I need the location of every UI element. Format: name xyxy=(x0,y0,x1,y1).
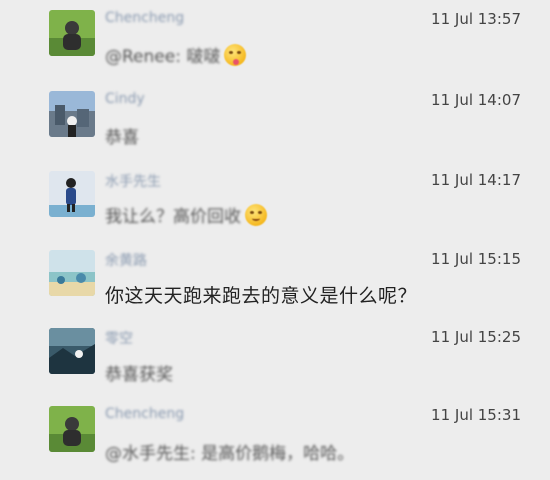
list-item[interactable]: Cindy 11 Jul 14:07 恭喜 xyxy=(0,80,550,160)
sender-name: Chencheng xyxy=(105,406,185,422)
message-timestamp: 11 Jul 15:15 xyxy=(431,250,521,268)
message-text[interactable]: 我让么？高价回收 xyxy=(105,202,267,227)
sender-name: 零空 xyxy=(105,331,133,347)
message-timestamp: 11 Jul 14:07 xyxy=(431,91,521,109)
message-timestamp: 11 Jul 13:57 xyxy=(431,10,521,28)
list-item[interactable]: Chencheng 11 Jul 15:31 @水手先生: 是高价鹅梅，哈哈。 xyxy=(0,400,550,480)
avatar[interactable] xyxy=(49,171,95,217)
sender-name: 水手先生 xyxy=(105,174,161,190)
message-timestamp: 11 Jul 15:25 xyxy=(431,328,521,346)
avatar[interactable] xyxy=(49,91,95,137)
list-item[interactable]: 零空 11 Jul 15:25 恭喜获奖 xyxy=(0,320,550,400)
list-item[interactable]: Chencheng 11 Jul 13:57 @Renee: 啵啵 xyxy=(0,0,550,80)
avatar[interactable] xyxy=(49,328,95,374)
message-text[interactable]: @水手先生: 是高价鹅梅，哈哈。 xyxy=(105,439,354,464)
list-item[interactable]: 水手先生 11 Jul 14:17 我让么？高价回收 xyxy=(0,160,550,240)
message-text[interactable]: 恭喜获奖 xyxy=(105,360,173,385)
avatar[interactable] xyxy=(49,10,95,56)
sender-name: Cindy xyxy=(105,91,145,107)
list-item[interactable]: 余黄路 11 Jul 15:15 你这天天跑来跑去的意义是什么呢？ xyxy=(0,240,550,320)
avatar[interactable] xyxy=(49,406,95,452)
avatar[interactable] xyxy=(49,250,95,296)
tongue-emoji-icon xyxy=(224,43,247,66)
message-text[interactable]: @Renee: 啵啵 xyxy=(105,42,247,67)
sender-name: Chencheng xyxy=(105,10,185,26)
message-timestamp: 11 Jul 14:17 xyxy=(431,171,521,189)
message-timestamp: 11 Jul 15:31 xyxy=(431,406,521,424)
message-text[interactable]: 你这天天跑来跑去的意义是什么呢？ xyxy=(105,281,417,308)
message-text[interactable]: 恭喜 xyxy=(105,123,139,148)
sender-name: 余黄路 xyxy=(105,253,147,269)
grin-emoji-icon xyxy=(245,203,267,226)
